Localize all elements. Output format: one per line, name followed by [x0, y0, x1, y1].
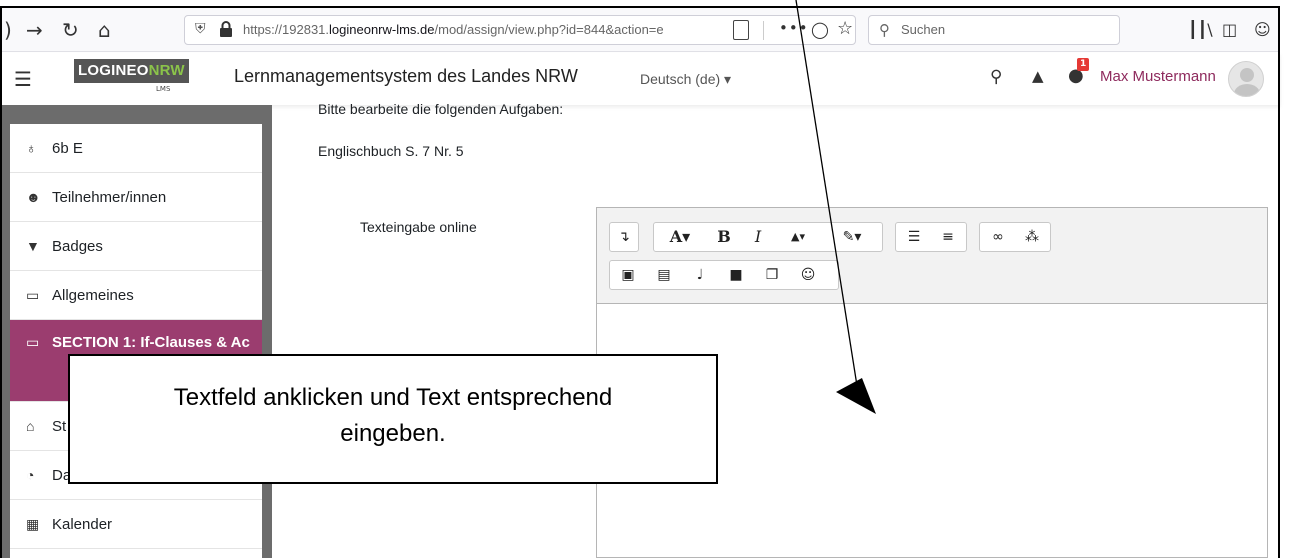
instruction-callout: Textfeld anklicken und Text entsprechend…	[68, 354, 718, 484]
callout-line-2: eingeben.	[340, 420, 446, 447]
callout-line-1: Textfeld anklicken und Text entsprechend	[173, 384, 613, 411]
